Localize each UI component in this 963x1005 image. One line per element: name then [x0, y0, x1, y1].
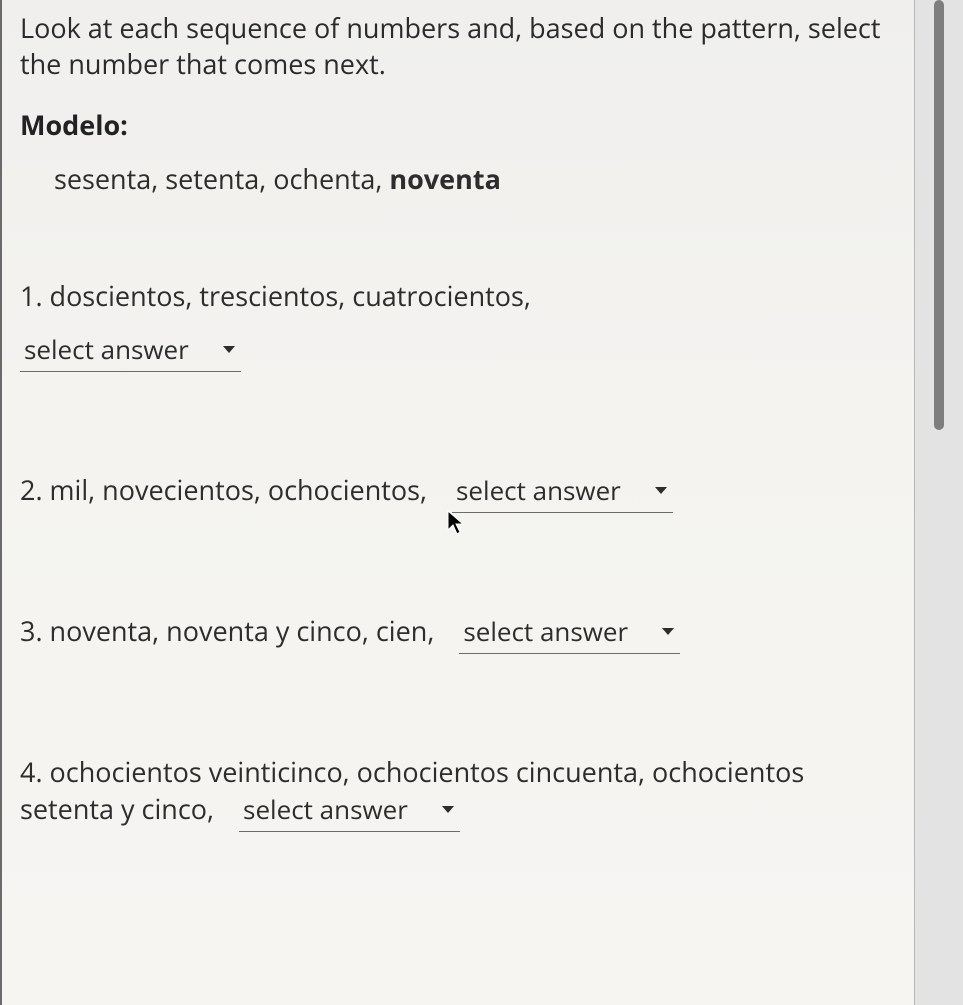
question-number: 3.: [20, 612, 43, 649]
select-answer-label: select answer: [463, 614, 628, 649]
scrollbar-gutter: [915, 0, 963, 1005]
instructions-text: Look at each sequence of numbers and, ba…: [20, 10, 896, 83]
modelo-label: Modelo:: [20, 107, 896, 143]
question-text: doscientos, trescientos, cuatrocientos,: [50, 277, 531, 314]
page-wrap: Look at each sequence of numbers and, ba…: [0, 0, 963, 1005]
question-1: 1. doscientos, trescientos, cuatrociento…: [20, 278, 896, 373]
question-2: 2. mil, novecientos, ochocientos, select…: [20, 472, 896, 513]
chevron-down-icon: [655, 487, 667, 494]
scrollbar-track[interactable]: [932, 0, 946, 1005]
chevron-down-icon: [223, 346, 235, 353]
select-answer-dropdown-4[interactable]: select answer: [239, 792, 460, 832]
chevron-down-icon: [442, 806, 454, 813]
chevron-down-icon: [662, 628, 674, 635]
modelo-answer: noventa: [389, 160, 501, 197]
question-number: 1.: [20, 277, 43, 314]
question-number: 4.: [20, 753, 43, 790]
select-answer-dropdown-1[interactable]: select answer: [20, 332, 241, 372]
question-text: mil, novecientos, ochocientos,: [50, 471, 427, 508]
select-answer-label: select answer: [243, 792, 408, 827]
select-answer-dropdown-3[interactable]: select answer: [459, 614, 680, 654]
select-answer-dropdown-2[interactable]: select answer: [452, 473, 673, 513]
modelo-example: sesenta, setenta, ochenta, noventa: [20, 161, 896, 197]
cursor-icon: [447, 510, 467, 536]
scrollbar-thumb[interactable]: [934, 0, 944, 430]
question-3: 3. noventa, noventa y cinco, cien, selec…: [20, 613, 896, 654]
question-number: 2.: [20, 471, 43, 508]
select-answer-label: select answer: [456, 473, 621, 508]
question-text: noventa, noventa y cinco, cien,: [50, 612, 435, 649]
modelo-sequence: sesenta, setenta, ochenta,: [54, 160, 389, 197]
select-answer-label: select answer: [24, 332, 189, 367]
question-4: 4. ochocientos veinticinco, ochocientos …: [20, 754, 896, 832]
content-panel: Look at each sequence of numbers and, ba…: [0, 0, 915, 1005]
